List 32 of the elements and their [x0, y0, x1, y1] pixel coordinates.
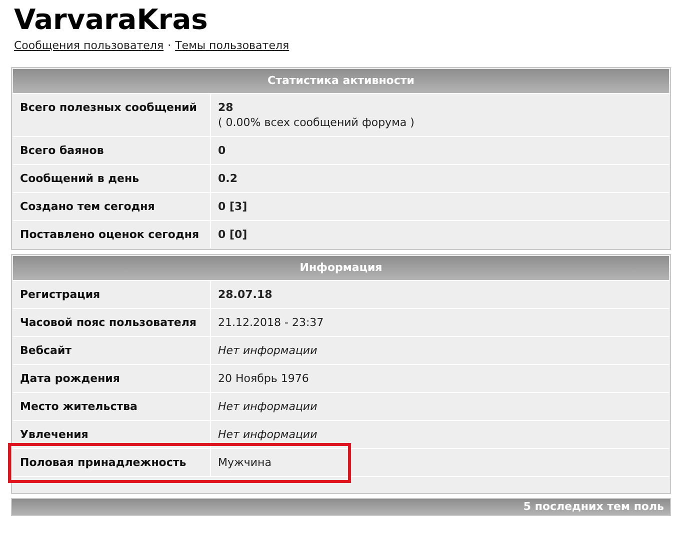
row-value: 0.2 [218, 171, 238, 186]
row-note: ( 0.00% всех сообщений форума ) [218, 115, 416, 130]
row-value: 0 [3] [218, 199, 248, 214]
row-label: Вебсайт [13, 337, 211, 364]
row-value: 21.12.2018 - 23:37 [218, 315, 325, 330]
row-label: Поставлено оценок сегодня [13, 221, 211, 248]
row-value: Нет информации [218, 427, 318, 442]
row-label: Половая принадлежность [13, 449, 211, 476]
row-value: 0 [218, 143, 227, 158]
section-header: Информация [13, 256, 669, 280]
row-label: Создано тем сегодня [13, 193, 211, 220]
row-value: Мужчина [218, 455, 272, 470]
row-label: Всего баянов [13, 137, 211, 164]
profile-link[interactable]: Темы пользователя [175, 38, 290, 53]
row-label: Всего полезных сообщений [13, 94, 211, 136]
row-value: Нет информации [218, 343, 318, 358]
section-header: Статистика активности [13, 69, 669, 93]
row-value: 0 [0] [218, 227, 248, 242]
row-label: Место жительства [13, 393, 211, 420]
row-value: 28.07.18 [218, 287, 274, 302]
row-value: 28 [218, 100, 234, 115]
row-label: Сообщений в день [13, 165, 211, 192]
row-label: Увлечения [13, 421, 211, 448]
row-value: 20 Ноябрь 1976 [218, 371, 310, 386]
link-separator: · [168, 38, 172, 53]
row-value: Нет информации [218, 399, 318, 414]
section-header: 5 последних тем поль [11, 498, 671, 516]
profile-link[interactable]: Сообщения пользователя [14, 38, 164, 53]
row-label: Дата рождения [13, 365, 211, 392]
row-label: Часовой пояс пользователя [13, 309, 211, 336]
row-label: Регистрация [13, 281, 211, 308]
page-title: VarvaraKras [14, 4, 209, 36]
